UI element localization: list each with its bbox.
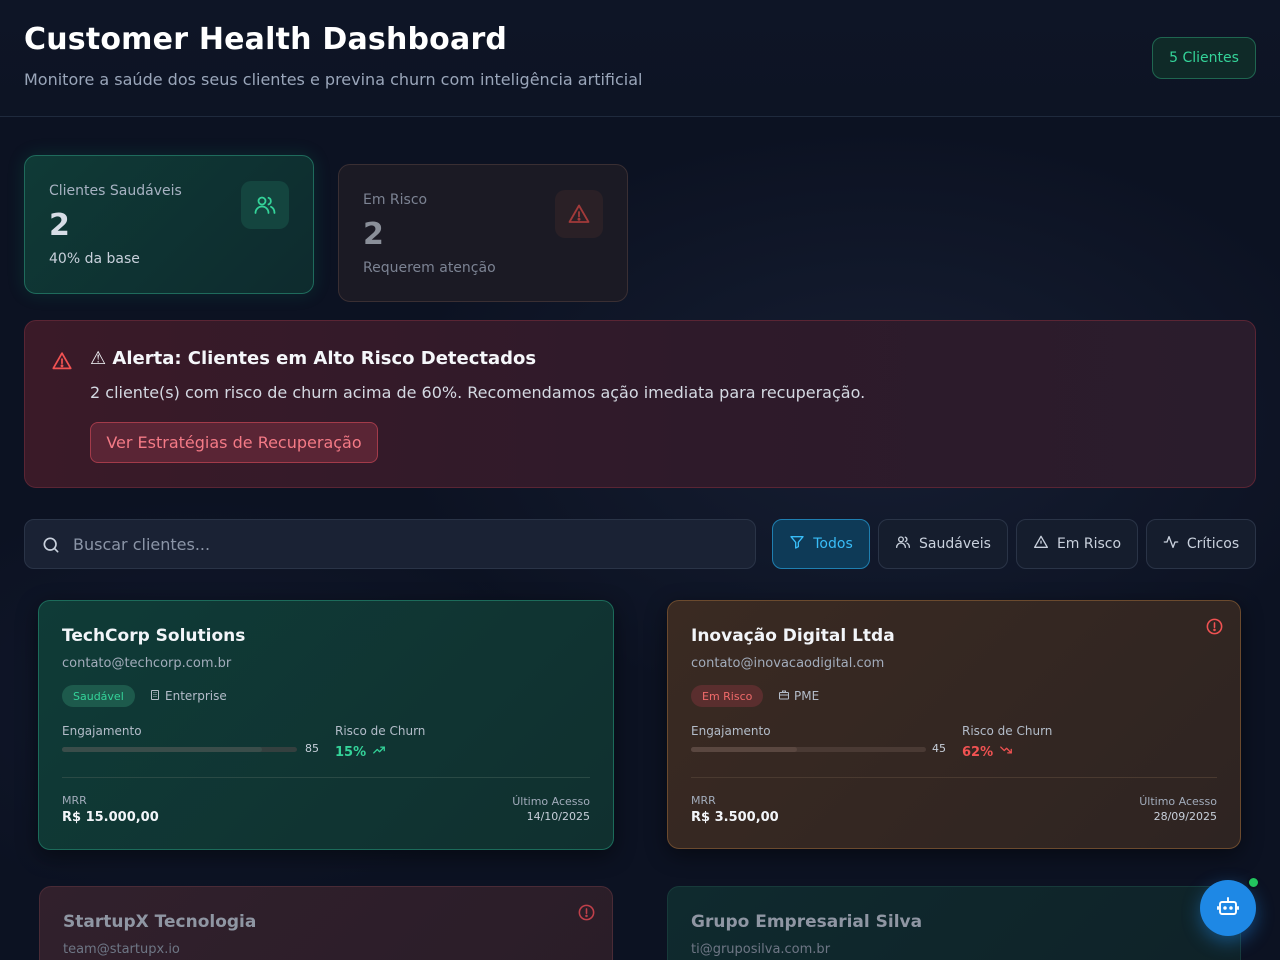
users-icon [241,181,289,229]
filter-critical-button[interactable]: Críticos [1146,519,1256,569]
trending-down-icon [999,743,1013,761]
engagement-value: 85 [305,742,319,755]
plan-label: PME [794,689,820,703]
client-count-badge: 5 Clientes [1152,37,1256,79]
alert-circle-icon [1205,617,1224,640]
client-name: StartupX Tecnologia [63,912,257,932]
client-name: Inovação Digital Ltda [691,626,895,646]
plan-label: Enterprise [165,689,227,703]
ai-assistant-button[interactable] [1200,880,1256,936]
search-icon [41,535,61,559]
engagement-value: 45 [932,742,946,755]
churn-percent: 15% [335,744,367,760]
churn-value: 62% [962,743,1013,761]
card-divider [691,777,1217,778]
churn-percent: 62% [962,744,994,760]
client-email: ti@gruposilva.com.br [691,942,831,957]
recovery-strategies-button[interactable]: Ver Estratégias de Recuperação [90,422,378,463]
last-access-label: Último Acesso [512,795,590,808]
status-badge: Saudável [62,685,135,707]
alert-title: ⚠ Alerta: Clientes em Alto Risco Detecta… [90,348,537,369]
client-name: Grupo Empresarial Silva [691,912,923,932]
client-card[interactable]: Grupo Empresarial Silva ti@gruposilva.co… [667,886,1241,960]
briefcase-icon [778,689,790,704]
status-badge: Em Risco [691,685,764,707]
stat-value: 2 [49,208,70,243]
filter-risk-button[interactable]: Em Risco [1016,519,1138,569]
plan-tag: Enterprise [149,685,227,707]
filter-label: Saudáveis [919,536,991,552]
bot-icon [1216,894,1240,922]
filter-all-button[interactable]: Todos [772,519,870,569]
stat-label: Em Risco [363,192,428,208]
engagement-bar-fill [691,747,797,752]
high-risk-alert: ⚠ Alerta: Clientes em Alto Risco Detecta… [24,320,1256,488]
stat-card-risk: Em Risco 2 Requerem atenção [338,164,628,302]
client-email: contato@techcorp.com.br [62,656,232,671]
last-access-value: 14/10/2025 [526,810,590,823]
building-icon [149,689,161,704]
last-access-label: Último Acesso [1139,795,1217,808]
client-name: TechCorp Solutions [62,626,246,646]
engagement-bar-fill [62,747,262,752]
online-status-dot [1247,876,1260,889]
filter-label: Todos [813,536,853,552]
page-title: Customer Health Dashboard [24,22,508,57]
stat-card-healthy: Clientes Saudáveis 2 40% da base [24,155,314,294]
client-card[interactable]: Inovação Digital Ltda contato@inovacaodi… [667,600,1241,849]
mrr-value: R$ 15.000,00 [62,810,159,825]
mrr-label: MRR [62,794,87,807]
mrr-label: MRR [691,794,716,807]
client-email: team@startupx.io [63,942,180,957]
search-box [24,519,756,569]
page-subtitle: Monitore a saúde dos seus clientes e pre… [24,70,643,89]
filter-label: Críticos [1186,536,1240,552]
client-email: contato@inovacaodigital.com [691,656,885,671]
warning-triangle-icon [555,190,603,238]
alert-circle-icon [577,903,596,926]
activity-icon [1163,534,1179,554]
warning-triangle-icon [51,350,73,376]
stat-note: Requerem atenção [363,260,496,276]
stat-note: 40% da base [49,251,140,267]
filter-label: Em Risco [1056,536,1122,552]
filter-icon [789,534,805,554]
last-access-value: 28/09/2025 [1153,810,1217,823]
engagement-bar [62,747,297,752]
page-header: Customer Health Dashboard Monitore a saú… [0,0,1280,117]
client-card[interactable]: TechCorp Solutions contato@techcorp.com.… [38,600,614,850]
plan-tag: PME [778,685,819,707]
mrr-value: R$ 3.500,00 [691,810,779,825]
trending-up-icon [372,743,386,761]
users-icon [895,534,911,554]
engagement-bar [691,747,926,752]
stat-label: Clientes Saudáveis [49,183,182,199]
client-card[interactable]: StartupX Tecnologia team@startupx.io [39,886,613,960]
churn-label: Risco de Churn [335,724,426,738]
filter-healthy-button[interactable]: Saudáveis [878,519,1008,569]
stat-value: 2 [363,217,384,252]
churn-value: 15% [335,743,386,761]
engagement-label: Engajamento [62,724,142,738]
search-input[interactable] [73,520,743,568]
alert-text: 2 cliente(s) com risco de churn acima de… [90,383,866,402]
card-divider [62,777,590,778]
engagement-label: Engajamento [691,724,771,738]
churn-label: Risco de Churn [962,724,1053,738]
warning-triangle-icon [1033,534,1049,554]
